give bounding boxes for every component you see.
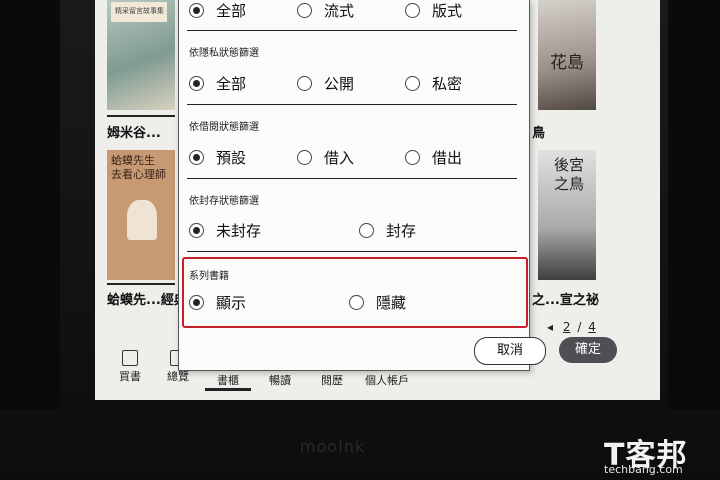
option-label: 借出	[432, 149, 463, 167]
active-tab-indicator	[205, 388, 251, 391]
lending-option-borrowed-in[interactable]: 借入	[297, 147, 354, 168]
page-current: 2	[562, 320, 571, 334]
radio-selected	[189, 150, 204, 165]
option-label: 全部	[216, 2, 247, 20]
format-option-reflow[interactable]: 流式	[297, 0, 354, 21]
radio-selected	[189, 223, 204, 238]
radio-selected	[189, 3, 204, 18]
option-label: 公開	[324, 75, 355, 93]
nav-label: 書櫃	[217, 374, 239, 387]
cover-c-title: 花島	[550, 53, 584, 73]
radio-unselected	[297, 150, 312, 165]
book-title-moomin: 姆米谷...	[107, 126, 161, 141]
radio-unselected	[405, 3, 420, 18]
ereader-device: 精采留言故事集 姆米谷... 蛤蟆先生 去看心理師 蛤蟆先...經典 花島 鳥 …	[0, 0, 720, 480]
option-label: 全部	[216, 75, 247, 93]
section-divider	[187, 104, 517, 105]
section-divider	[187, 178, 517, 179]
archive-option-archived[interactable]: 封存	[359, 220, 416, 241]
book-cover-harem[interactable]: 後宮 之鳥	[538, 150, 596, 280]
option-label: 版式	[432, 2, 463, 20]
progress-line	[107, 115, 175, 117]
book-title-right-top: 鳥	[532, 126, 546, 141]
option-label: 封存	[386, 222, 417, 240]
book-cover-toad[interactable]: 蛤蟆先生 去看心理師	[107, 150, 175, 280]
page-separator: /	[577, 320, 582, 334]
nav-account[interactable]: 個人帳戶	[357, 372, 417, 388]
archive-section-title: 依封存狀態篩選	[189, 196, 259, 207]
radio-unselected	[405, 150, 420, 165]
cover-d-title-line2: 之鳥	[554, 175, 585, 193]
section-divider	[187, 251, 517, 252]
option-label: 私密	[432, 75, 463, 93]
shopping-bag-icon	[122, 350, 138, 366]
nav-label: 總覽	[167, 370, 189, 383]
cover-b-title: 蛤蟆先生 去看心理師	[111, 154, 166, 182]
book-title-right-bottom: 之...宣之祕	[532, 293, 599, 308]
privacy-option-public[interactable]: 公開	[297, 73, 354, 94]
nav-buy[interactable]: 買書	[113, 350, 147, 384]
nav-bookshelf[interactable]: 書櫃	[211, 372, 245, 388]
device-bezel-left	[0, 0, 60, 410]
format-option-all[interactable]: 全部	[189, 0, 246, 21]
privacy-option-all[interactable]: 全部	[189, 73, 246, 94]
lending-section-title: 依借閱狀態篩選	[189, 122, 259, 133]
confirm-button[interactable]: 確定	[559, 337, 617, 363]
option-label: 流式	[324, 2, 355, 20]
device-bezel-right	[668, 0, 720, 410]
radio-selected	[189, 76, 204, 91]
radio-unselected	[297, 3, 312, 18]
format-option-fixed[interactable]: 版式	[405, 0, 462, 21]
series-highlight-box	[182, 257, 528, 328]
section-divider	[187, 30, 517, 31]
radio-unselected	[297, 76, 312, 91]
prev-page-icon[interactable]: ◂	[547, 320, 553, 334]
book-cover-moomin[interactable]: 精采留言故事集	[107, 0, 175, 110]
privacy-option-private[interactable]: 私密	[405, 73, 462, 94]
cover-d-title: 後宮 之鳥	[554, 156, 584, 194]
radio-unselected	[359, 223, 374, 238]
option-label: 未封存	[216, 222, 262, 240]
nav-label: 暢讀	[269, 374, 291, 387]
nav-history[interactable]: 閱歷	[315, 372, 349, 388]
book-title-toad: 蛤蟆先...經典	[107, 293, 187, 308]
archive-option-unarchived[interactable]: 未封存	[189, 220, 261, 241]
nav-unlimited[interactable]: 暢讀	[263, 372, 297, 388]
cancel-button[interactable]: 取消	[474, 337, 546, 365]
lending-option-default[interactable]: 預設	[189, 147, 246, 168]
eink-screen: 精采留言故事集 姆米谷... 蛤蟆先生 去看心理師 蛤蟆先...經典 花島 鳥 …	[95, 0, 660, 400]
privacy-section-title: 依隱私狀態篩選	[189, 48, 259, 59]
option-label: 預設	[216, 149, 247, 167]
progress-line	[107, 283, 175, 285]
watermark-url: techbang.com	[604, 463, 683, 476]
pagination: ◂ 2 / 4	[547, 320, 596, 334]
page-total: 4	[588, 320, 596, 334]
cover-d-title-line1: 後宮	[554, 156, 585, 174]
option-label: 借入	[324, 149, 355, 167]
lending-option-lent-out[interactable]: 借出	[405, 147, 462, 168]
nav-label: 閱歷	[321, 374, 343, 387]
cover-illustration	[127, 200, 157, 240]
book-cover-flower[interactable]: 花島	[538, 0, 596, 110]
nav-label: 個人帳戶	[365, 374, 409, 387]
nav-label: 買書	[119, 370, 141, 383]
cover-b-title-line1: 蛤蟆先生	[111, 154, 155, 167]
cover-b-title-line2: 去看心理師	[111, 168, 166, 181]
cover-a-text: 精采留言故事集	[115, 7, 164, 15]
device-brand-logo: mooInk	[300, 437, 366, 456]
radio-unselected	[405, 76, 420, 91]
